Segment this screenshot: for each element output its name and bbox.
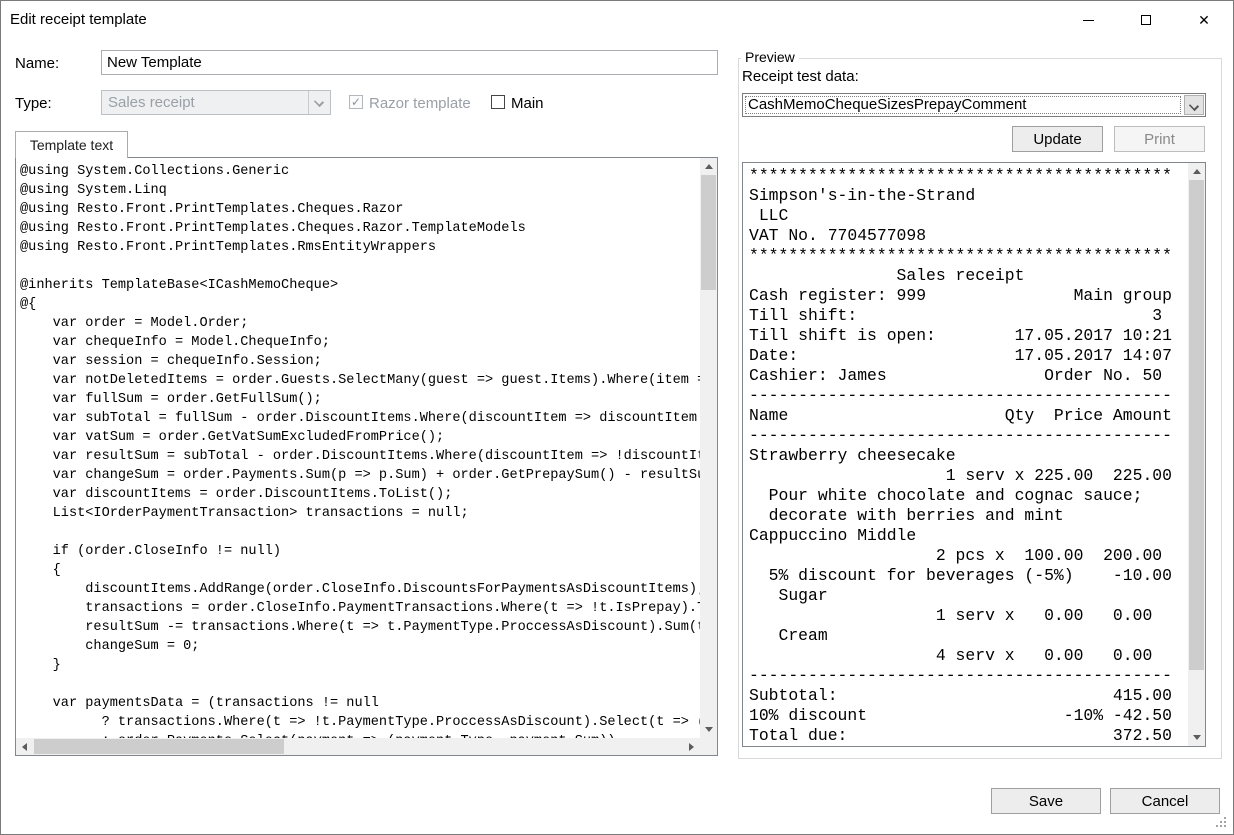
- scrollbar-corner: [700, 738, 717, 755]
- triangle-right-icon: [689, 743, 694, 751]
- preview-vertical-scrollbar[interactable]: [1188, 163, 1205, 746]
- close-button[interactable]: ✕: [1175, 1, 1233, 39]
- save-button[interactable]: Save: [991, 788, 1101, 814]
- window-title: Edit receipt template: [10, 11, 147, 28]
- preview-group-label: Preview: [741, 49, 799, 65]
- template-code-editor[interactable]: @using System.Collections.Generic @using…: [15, 157, 718, 756]
- edit-receipt-template-dialog: Edit receipt template ✕ Name: Type: Sale…: [0, 0, 1234, 835]
- preview-vscroll-thumb[interactable]: [1189, 180, 1204, 670]
- type-select-arrow-button: [308, 91, 330, 114]
- minimize-icon: [1083, 20, 1094, 21]
- triangle-up-icon: [705, 164, 713, 169]
- checkmark-icon: ✓: [351, 95, 361, 109]
- name-input[interactable]: [101, 50, 718, 75]
- print-button[interactable]: Print: [1114, 126, 1205, 152]
- preview-group: Preview Receipt test data: CashMemoChequ…: [738, 58, 1222, 759]
- receipt-test-data-value: CashMemoChequeSizesPrepayComment: [748, 96, 1026, 113]
- cancel-button[interactable]: Cancel: [1110, 788, 1220, 814]
- tab-template-text-label: Template text: [30, 137, 113, 153]
- razor-template-checkbox[interactable]: ✓: [349, 95, 363, 109]
- minimize-button[interactable]: [1059, 1, 1117, 39]
- maximize-button[interactable]: [1117, 1, 1175, 39]
- type-label: Type:: [15, 95, 52, 112]
- scroll-up-button[interactable]: [700, 158, 717, 175]
- main-label: Main: [511, 95, 544, 112]
- tab-template-text[interactable]: Template text: [15, 131, 128, 158]
- type-select[interactable]: Sales receipt: [101, 90, 331, 115]
- receipt-test-data-select[interactable]: CashMemoChequeSizesPrepayComment: [742, 93, 1206, 117]
- razor-template-label: Razor template: [369, 95, 471, 112]
- update-button[interactable]: Update: [1012, 126, 1103, 152]
- maximize-icon: [1141, 15, 1151, 25]
- triangle-down-icon: [705, 727, 713, 732]
- scroll-right-button[interactable]: [683, 738, 700, 755]
- editor-vscroll-thumb[interactable]: [701, 175, 716, 290]
- window-controls: ✕: [1059, 1, 1233, 39]
- receipt-test-data-label: Receipt test data:: [742, 68, 859, 85]
- scroll-down-button[interactable]: [700, 721, 717, 738]
- editor-vertical-scrollbar[interactable]: [700, 158, 717, 738]
- triangle-down-icon: [1193, 735, 1201, 740]
- editor-horizontal-scrollbar[interactable]: [16, 738, 700, 755]
- main-checkbox[interactable]: [491, 95, 505, 109]
- scroll-left-button[interactable]: [16, 738, 33, 755]
- template-code-text[interactable]: @using System.Collections.Generic @using…: [16, 158, 700, 738]
- receipt-preview: ****************************************…: [742, 162, 1206, 747]
- receipt-preview-text: ****************************************…: [743, 163, 1188, 746]
- type-select-value: Sales receipt: [108, 94, 195, 111]
- resize-grip-icon[interactable]: [1216, 817, 1228, 829]
- triangle-left-icon: [22, 743, 27, 751]
- triangle-up-icon: [1193, 169, 1201, 174]
- titlebar[interactable]: Edit receipt template ✕: [1, 1, 1233, 39]
- scroll-up-button[interactable]: [1188, 163, 1205, 180]
- editor-hscroll-thumb[interactable]: [34, 739, 284, 754]
- name-label: Name:: [15, 55, 59, 72]
- scroll-down-button[interactable]: [1188, 729, 1205, 746]
- chevron-down-icon: [1189, 101, 1199, 111]
- receipt-test-data-arrow-button[interactable]: [1184, 95, 1204, 115]
- chevron-down-icon: [314, 97, 324, 107]
- close-icon: ✕: [1198, 13, 1210, 27]
